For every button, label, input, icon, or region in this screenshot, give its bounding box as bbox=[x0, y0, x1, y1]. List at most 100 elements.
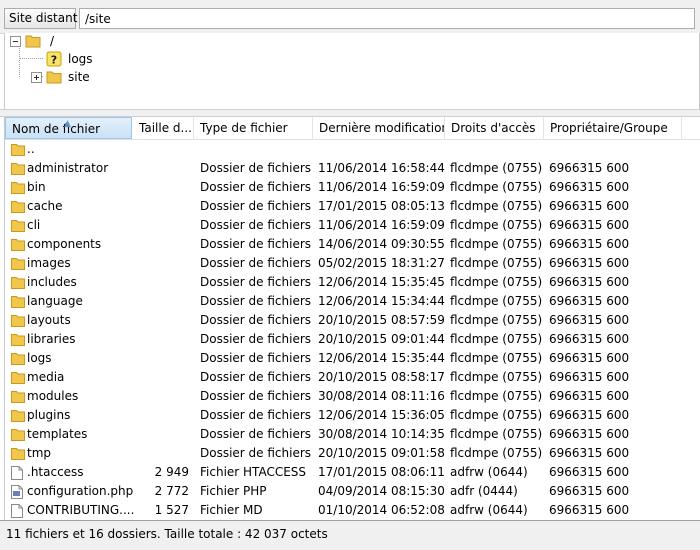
tree-root-row[interactable]: / bbox=[10, 32, 54, 50]
file-permissions: flcdmpe (0755) bbox=[450, 313, 543, 327]
file-size bbox=[133, 349, 189, 368]
column-header-modified[interactable]: Dernière modification bbox=[313, 117, 445, 139]
file-name: components bbox=[27, 237, 102, 251]
table-row[interactable]: includes Dossier de fichiers 12/06/2014 15… bbox=[5, 273, 700, 292]
file-permissions: flcdmpe (0755) bbox=[450, 389, 543, 403]
file-type: Dossier de fichiers bbox=[200, 256, 312, 270]
table-row[interactable]: CONTRIBUTING.... 1 527 Fichier MD 01/10/201… bbox=[5, 501, 700, 520]
column-header-size[interactable]: Taille d... bbox=[133, 117, 194, 139]
file-modified: 30/08/2014 10:14:35 bbox=[318, 427, 445, 441]
table-row[interactable]: layouts Dossier de fichiers 20/10/2015 08:… bbox=[5, 311, 700, 330]
file-permissions: adfrw (0644) bbox=[450, 465, 528, 479]
remote-path-bar: Site distant : bbox=[0, 0, 700, 34]
file-name: templates bbox=[27, 427, 88, 441]
svg-text:?: ? bbox=[51, 54, 57, 67]
file-type: Dossier de fichiers bbox=[200, 180, 312, 194]
tree-item-site[interactable]: site bbox=[31, 68, 90, 86]
table-row[interactable]: configuration.php 2 772 Fichier PHP 04/09/2… bbox=[5, 482, 700, 501]
file-size bbox=[133, 216, 189, 235]
table-row[interactable]: cache Dossier de fichiers 17/01/2015 08:05… bbox=[5, 197, 700, 216]
folder-icon bbox=[11, 352, 25, 365]
table-row[interactable]: images Dossier de fichiers 05/02/2015 18:3… bbox=[5, 254, 700, 273]
column-header-permissions[interactable]: Droits d'accès bbox=[445, 117, 544, 139]
folder-icon bbox=[11, 257, 25, 270]
file-size bbox=[133, 273, 189, 292]
file-owner: 6966315 600 bbox=[549, 351, 630, 365]
status-text: 11 fichiers et 16 dossiers. Taille total… bbox=[6, 527, 328, 541]
file-permissions: flcdmpe (0755) bbox=[450, 275, 543, 289]
table-row[interactable]: logs Dossier de fichiers 12/06/2014 15:35:… bbox=[5, 349, 700, 368]
folder-icon bbox=[11, 314, 25, 327]
table-row[interactable]: language Dossier de fichiers 12/06/2014 15… bbox=[5, 292, 700, 311]
file-owner: 6966315 600 bbox=[549, 370, 630, 384]
file-owner: 6966315 600 bbox=[549, 180, 630, 194]
remote-file-list: ▲ Nom de fichier Taille d... Type de fic… bbox=[4, 117, 700, 520]
file-permissions bbox=[450, 140, 545, 159]
folder-icon bbox=[11, 143, 25, 156]
file-icon bbox=[11, 504, 23, 520]
table-row[interactable]: plugins Dossier de fichiers 12/06/2014 15:… bbox=[5, 406, 700, 425]
folder-icon bbox=[11, 409, 25, 422]
file-type: Dossier de fichiers bbox=[200, 313, 312, 327]
file-permissions: flcdmpe (0755) bbox=[450, 332, 543, 346]
file-size bbox=[133, 330, 189, 349]
file-permissions: flcdmpe (0755) bbox=[450, 351, 543, 365]
file-permissions: adfrw (0644) bbox=[450, 503, 528, 517]
file-size bbox=[133, 159, 189, 178]
folder-icon bbox=[11, 295, 25, 308]
column-header-owner[interactable]: Propriétaire/Groupe bbox=[544, 117, 682, 139]
table-row[interactable]: tmp Dossier de fichiers 20/10/2015 09:01:5… bbox=[5, 444, 700, 463]
expand-icon[interactable] bbox=[31, 71, 42, 83]
file-type: Dossier de fichiers bbox=[200, 294, 312, 308]
file-modified: 20/10/2015 09:01:44 bbox=[318, 332, 445, 346]
file-permissions: flcdmpe (0755) bbox=[450, 446, 543, 460]
folder-icon bbox=[11, 181, 25, 194]
file-size bbox=[133, 178, 189, 197]
file-size bbox=[133, 406, 189, 425]
folder-icon bbox=[11, 276, 25, 289]
status-bar: 11 fichiers et 16 dossiers. Taille total… bbox=[0, 520, 700, 550]
file-owner: 6966315 600 bbox=[549, 218, 630, 232]
file-modified: 12/06/2014 15:36:05 bbox=[318, 408, 445, 422]
file-permissions: flcdmpe (0755) bbox=[450, 370, 543, 384]
file-type: Dossier de fichiers bbox=[200, 446, 312, 460]
table-row[interactable]: media Dossier de fichiers 20/10/2015 08:58… bbox=[5, 368, 700, 387]
file-modified: 20/10/2015 08:58:17 bbox=[318, 370, 445, 384]
file-name: libraries bbox=[27, 332, 76, 346]
file-name: modules bbox=[27, 389, 79, 403]
file-name: logs bbox=[27, 351, 52, 365]
collapse-icon[interactable] bbox=[10, 35, 21, 47]
remote-site-label: Site distant : bbox=[4, 8, 85, 29]
column-header-name[interactable]: ▲ Nom de fichier bbox=[5, 117, 132, 139]
file-type: Fichier HTACCESS bbox=[200, 465, 307, 479]
file-owner: 6966315 600 bbox=[549, 294, 630, 308]
file-type: Dossier de fichiers bbox=[200, 275, 312, 289]
file-owner: 6966315 600 bbox=[549, 161, 630, 175]
file-name: administrator bbox=[27, 161, 109, 175]
file-owner: 6966315 600 bbox=[549, 427, 630, 441]
table-row[interactable]: .. bbox=[5, 140, 700, 159]
panel-splitter[interactable] bbox=[0, 109, 700, 117]
table-row[interactable]: cli Dossier de fichiers 11/06/2014 16:59:0… bbox=[5, 216, 700, 235]
tree-item-logs[interactable]: ? logs bbox=[46, 50, 93, 68]
file-permissions: flcdmpe (0755) bbox=[450, 408, 543, 422]
file-name: includes bbox=[27, 275, 77, 289]
file-owner: 6966315 600 bbox=[549, 256, 630, 270]
table-row[interactable]: bin Dossier de fichiers 11/06/2014 16:59:0… bbox=[5, 178, 700, 197]
table-row[interactable]: .htaccess 2 949 Fichier HTACCESS 17/01/2015… bbox=[5, 463, 700, 482]
tree-item-label: site bbox=[68, 70, 90, 84]
file-owner: 6966315 600 bbox=[549, 199, 630, 213]
table-row[interactable]: components Dossier de fichiers 14/06/2014 … bbox=[5, 235, 700, 254]
file-name: .htaccess bbox=[27, 465, 84, 479]
table-row[interactable]: templates Dossier de fichiers 30/08/2014 1… bbox=[5, 425, 700, 444]
file-permissions: adfr (0444) bbox=[450, 484, 518, 498]
file-size bbox=[133, 254, 189, 273]
table-row[interactable]: modules Dossier de fichiers 30/08/2014 08:… bbox=[5, 387, 700, 406]
column-header-type[interactable]: Type de fichier bbox=[194, 117, 313, 139]
table-row[interactable]: libraries Dossier de fichiers 20/10/2015 0… bbox=[5, 330, 700, 349]
file-owner: 6966315 600 bbox=[549, 484, 630, 498]
file-permissions: flcdmpe (0755) bbox=[450, 180, 543, 194]
remote-path-input[interactable] bbox=[79, 8, 695, 29]
table-row[interactable]: administrator Dossier de fichiers 11/06/20… bbox=[5, 159, 700, 178]
file-size bbox=[133, 140, 189, 159]
